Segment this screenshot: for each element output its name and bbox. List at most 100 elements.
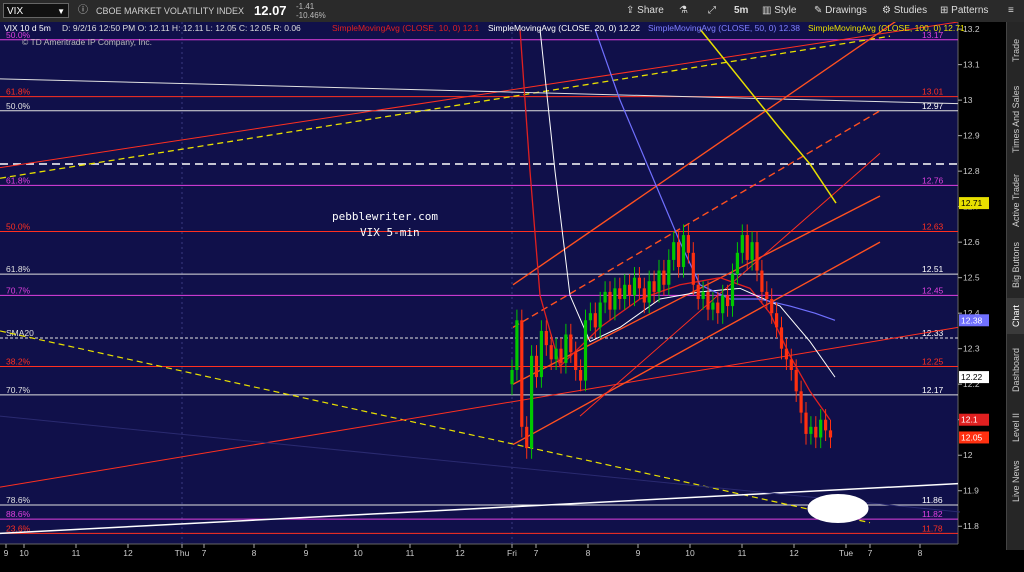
price-tag-label: 12.05 <box>961 432 983 442</box>
study-sma10-value: 12.1 <box>462 23 480 33</box>
candle-body <box>583 320 588 381</box>
sidebar-tab-active-trader[interactable]: Active Trader <box>1007 168 1024 232</box>
candle-body <box>564 334 568 363</box>
candle-body <box>686 235 690 253</box>
chart-description: VIX 10 d 5m <box>4 23 51 33</box>
price-chart[interactable]: 11.811.91212.112.212.312.412.512.612.712… <box>0 22 1006 572</box>
study-sma20: SimpleMovingAvg (CLOSE, 20, 0) 12.22 <box>488 22 640 34</box>
price-tag-label: 12.71 <box>961 198 983 208</box>
candle-body <box>760 270 764 292</box>
patterns-label: Patterns <box>951 5 989 16</box>
candle-body <box>681 235 686 268</box>
candle-body <box>814 426 818 438</box>
drawings-button[interactable]: ✎ Drawings <box>808 2 873 20</box>
fib-price-label: 12.97 <box>922 101 944 111</box>
candle-body <box>794 370 798 392</box>
candle-body <box>549 345 553 360</box>
x-tick-label: 7 <box>534 548 539 558</box>
y-tick-label: 12.3 <box>963 344 980 354</box>
study-sma10: SimpleMovingAvg (CLOSE, 10, 0) 12.1 <box>332 22 479 34</box>
candle-body <box>544 330 548 346</box>
zoom-icon: ⤢ <box>708 5 716 16</box>
candle-body <box>574 352 578 370</box>
chevron-down-icon: ▼ <box>57 7 65 16</box>
study-sma10-label: SimpleMovingAvg (CLOSE, 10, 0) <box>332 23 461 33</box>
candle-body <box>784 348 788 360</box>
fib-price-label: 12.76 <box>922 175 944 185</box>
study-sma50: SimpleMovingAvg (CLOSE, 50, 0) 12.38 <box>648 22 800 34</box>
fib-line-label: 70.7% <box>6 385 31 395</box>
x-tick-label: 11 <box>406 548 415 558</box>
x-tick-label: 10 <box>353 548 363 558</box>
x-tick-label: 7 <box>868 548 873 558</box>
candle-body <box>628 284 632 296</box>
candle-body <box>672 242 676 260</box>
share-button[interactable]: ⇪ Share <box>620 2 670 20</box>
x-tick-label: Fri <box>507 548 517 558</box>
study-sma50-label: SimpleMovingAvg (CLOSE, 50, 0) <box>648 23 777 33</box>
candle-body <box>618 288 622 299</box>
candle-body <box>662 270 666 285</box>
candle-body <box>735 252 739 275</box>
toolbar: VIX ▼ ⓘ CBOE MARKET VOLATILITY INDEX 12.0… <box>0 0 1024 23</box>
price-tag-label: 12.1 <box>961 415 978 425</box>
sidebar-tab-times-and-sales[interactable]: Times And Sales <box>1007 76 1024 162</box>
last-price: 12.07 <box>254 3 287 18</box>
menu-button[interactable]: ≡ <box>1002 2 1020 20</box>
fib-price-label: 12.63 <box>922 222 944 232</box>
sidebar-tab-big-buttons[interactable]: Big Buttons <box>1007 238 1024 292</box>
zoom-button[interactable]: ⤢ <box>702 2 722 20</box>
security-title: CBOE MARKET VOLATILITY INDEX <box>96 6 245 16</box>
sidebar-tab-trade[interactable]: Trade <box>1007 30 1024 70</box>
fib-line-label: 61.8% <box>6 87 31 97</box>
y-tick-label: 13 <box>963 95 973 105</box>
info-icon[interactable]: ⓘ <box>78 0 88 22</box>
candle-body <box>579 370 583 381</box>
patterns-button[interactable]: ⊞ Patterns <box>934 2 994 20</box>
candle-body <box>598 302 602 328</box>
symbol-input[interactable]: VIX ▼ <box>3 3 69 18</box>
candle-body <box>804 412 808 434</box>
fib-price-label: 12.17 <box>922 385 944 395</box>
candle-body <box>642 288 646 303</box>
candle-body <box>657 270 661 292</box>
candle-body <box>799 391 803 413</box>
candle-body <box>623 284 627 299</box>
annotation-site: pebblewriter.com <box>332 210 438 223</box>
studies-icon: ⚙ <box>882 5 894 16</box>
study-sma20-value: 12.22 <box>618 23 640 33</box>
x-tick-label: Tue <box>839 548 854 558</box>
sidebar-tab-live-news[interactable]: Live News <box>1007 454 1024 508</box>
x-tick-label: 10 <box>685 548 695 558</box>
y-tick-label: 12.8 <box>963 166 980 176</box>
style-button[interactable]: ▥ Style <box>756 2 802 20</box>
sidebar-tab-chart[interactable]: Chart <box>1007 298 1024 334</box>
study-sma100-value: 12.71 <box>943 23 965 33</box>
studies-button[interactable]: ⚙ Studies <box>876 2 933 20</box>
sidebar: Trade Times And Sales Active Trader Big … <box>1006 22 1024 550</box>
x-tick-label: 8 <box>586 548 591 558</box>
sidebar-tab-dashboard[interactable]: Dashboard <box>1007 340 1024 400</box>
candle-body <box>539 330 543 378</box>
fib-line-label: 50.0% <box>6 101 31 111</box>
candle-body <box>696 284 700 299</box>
fib-line-label: 38.2% <box>6 356 31 366</box>
symbol-text: VIX <box>7 6 24 17</box>
interval-button[interactable]: 5m <box>728 2 754 20</box>
annotation-title: VIX 5-min <box>360 226 420 239</box>
candle-body <box>789 359 793 370</box>
fib-line-label: 61.8% <box>6 264 31 274</box>
study-sma100: SimpleMovingAvg (CLOSE, 100, 0) 12.71 <box>808 22 965 34</box>
fib-price-label: 11.78 <box>922 523 943 533</box>
candle-body <box>554 348 558 360</box>
candle-body <box>534 355 539 378</box>
y-tick-label: 12.5 <box>963 273 980 283</box>
candle-body <box>711 302 715 310</box>
fib-price-label: 11.82 <box>922 509 943 519</box>
x-tick-label: 12 <box>455 548 465 558</box>
sidebar-tab-level-ii[interactable]: Level II <box>1007 406 1024 448</box>
pencil-icon: ✎ <box>814 5 826 16</box>
flask-button[interactable]: ⚗ <box>673 2 694 20</box>
fib-line-label: 70.7% <box>6 285 31 295</box>
ohlc-readout: D: 9/2/16 12:50 PM O: 12.11 H: 12.11 L: … <box>62 23 301 33</box>
